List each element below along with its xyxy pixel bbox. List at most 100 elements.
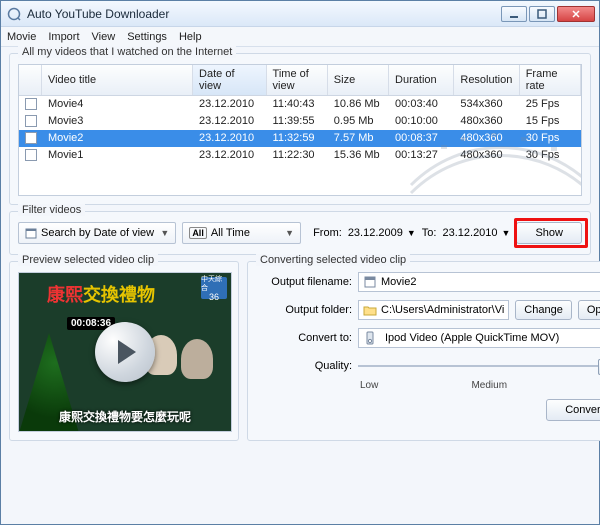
- cell-duration: 00:03:40: [389, 96, 454, 113]
- row-checkbox[interactable]: [25, 98, 37, 110]
- videos-group-title: All my videos that I watched on the Inte…: [18, 46, 236, 58]
- menu-import[interactable]: Import: [48, 31, 79, 43]
- cell-size: 10.86 Mb: [327, 96, 388, 113]
- chevron-down-icon: ▼: [502, 228, 511, 238]
- from-date-picker[interactable]: 23.12.2009 ▼: [348, 227, 416, 239]
- cell-res: 480x360: [454, 113, 519, 130]
- range-mode-combo[interactable]: All All Time ▼: [182, 222, 301, 244]
- row-checkbox[interactable]: [25, 132, 37, 144]
- menu-movie[interactable]: Movie: [7, 31, 36, 43]
- table-header-row[interactable]: Video title Date of view Time of view Si…: [19, 65, 581, 96]
- from-label: From:: [313, 227, 342, 239]
- table-row[interactable]: Movie423.12.201011:40:4310.86 Mb00:03:40…: [19, 96, 581, 113]
- change-folder-button[interactable]: Change: [515, 300, 572, 320]
- videos-group: All my videos that I watched on the Inte…: [9, 53, 591, 205]
- cell-date: 23.12.2010: [193, 113, 267, 130]
- col-time-of-view[interactable]: Time of view: [266, 65, 327, 96]
- range-mode-value: All Time: [211, 227, 250, 239]
- cell-title: Movie4: [41, 96, 192, 113]
- from-date-value: 23.12.2009: [348, 227, 403, 239]
- quality-med-label: Medium: [471, 380, 507, 391]
- cell-time: 11:39:55: [266, 113, 327, 130]
- search-mode-value: Search by Date of view: [41, 227, 154, 239]
- convert-group-title: Converting selected video clip: [256, 254, 410, 266]
- cell-fps: 30 Fps: [519, 147, 580, 164]
- col-frame-rate[interactable]: Frame rate: [519, 65, 580, 96]
- preview-video[interactable]: 康熙交換禮物 中天綜合36 00:08:36 康熙交換禮物要怎麼玩呢: [18, 272, 232, 432]
- range-prefix-badge: All: [189, 227, 207, 239]
- col-video-title[interactable]: Video title: [41, 65, 192, 96]
- col-size[interactable]: Size: [327, 65, 388, 96]
- filter-group: Filter videos Search by Date of view ▼ A…: [9, 211, 591, 255]
- row-checkbox[interactable]: [25, 115, 37, 127]
- cell-title: Movie1: [41, 147, 192, 164]
- to-label: To:: [422, 227, 437, 239]
- cell-title: Movie3: [41, 113, 192, 130]
- titlebar[interactable]: Auto YouTube Downloader: [1, 1, 599, 27]
- chevron-down-icon: ▼: [160, 228, 169, 238]
- cell-res: 480x360: [454, 147, 519, 164]
- to-date-value: 23.12.2010: [442, 227, 497, 239]
- cell-size: 0.95 Mb: [327, 113, 388, 130]
- videos-table[interactable]: Video title Date of view Time of view Si…: [18, 64, 582, 196]
- show-button[interactable]: Show: [516, 222, 582, 244]
- preview-caption: 康熙交換禮物要怎麼玩呢: [19, 408, 231, 425]
- cell-time: 11:22:30: [266, 147, 327, 164]
- menu-help[interactable]: Help: [179, 31, 202, 43]
- table-row[interactable]: Movie323.12.201011:39:550.95 Mb00:10:004…: [19, 113, 581, 130]
- col-date-of-view[interactable]: Date of view: [193, 65, 267, 96]
- cell-date: 23.12.2010: [193, 130, 267, 147]
- output-filename-label: Output filename:: [256, 276, 352, 288]
- movie-file-icon: [363, 275, 377, 289]
- cell-time: 11:32:59: [266, 130, 327, 147]
- cell-size: 7.57 Mb: [327, 130, 388, 147]
- close-button[interactable]: [557, 6, 595, 22]
- cell-time: 11:40:43: [266, 96, 327, 113]
- row-checkbox[interactable]: [25, 149, 37, 161]
- person-decor: [181, 339, 213, 379]
- menu-view[interactable]: View: [92, 31, 116, 43]
- minimize-button[interactable]: [501, 6, 527, 22]
- convert-to-label: Convert to:: [256, 332, 352, 344]
- preview-group-title: Preview selected video clip: [18, 254, 158, 266]
- chevron-down-icon: ▼: [407, 228, 416, 238]
- table-row[interactable]: Movie123.12.201011:22:3015.36 Mb00:13:27…: [19, 147, 581, 164]
- col-duration[interactable]: Duration: [389, 65, 454, 96]
- cell-date: 23.12.2010: [193, 96, 267, 113]
- cell-size: 15.36 Mb: [327, 147, 388, 164]
- cell-fps: 25 Fps: [519, 96, 580, 113]
- ipod-icon: [363, 331, 377, 345]
- app-window: Auto YouTube Downloader Movie Import Vie…: [0, 0, 600, 525]
- window-title: Auto YouTube Downloader: [27, 7, 501, 21]
- calendar-icon: [25, 227, 37, 239]
- convert-button[interactable]: Convert: [546, 399, 600, 421]
- cell-fps: 15 Fps: [519, 113, 580, 130]
- quality-slider[interactable]: [358, 356, 600, 376]
- search-mode-combo[interactable]: Search by Date of view ▼: [18, 222, 176, 244]
- play-icon[interactable]: [95, 322, 155, 382]
- folder-icon: [363, 303, 377, 317]
- output-filename-value: Movie2: [381, 276, 416, 288]
- maximize-button[interactable]: [529, 6, 555, 22]
- output-folder-field[interactable]: C:\Users\Administrator\Vi: [358, 300, 509, 320]
- cell-duration: 00:08:37: [389, 130, 454, 147]
- filter-group-title: Filter videos: [18, 204, 85, 216]
- convert-to-combo[interactable]: Ipod Video (Apple QuickTime MOV) ▼: [358, 328, 600, 348]
- cell-res: 480x360: [454, 130, 519, 147]
- menu-settings[interactable]: Settings: [127, 31, 167, 43]
- output-folder-value: C:\Users\Administrator\Vi: [381, 304, 504, 316]
- cell-title: Movie2: [41, 130, 192, 147]
- cell-duration: 00:13:27: [389, 147, 454, 164]
- channel-logo: 中天綜合36: [201, 277, 227, 299]
- cell-fps: 30 Fps: [519, 130, 580, 147]
- table-row[interactable]: Movie223.12.201011:32:597.57 Mb00:08:374…: [19, 130, 581, 147]
- preview-group: Preview selected video clip 康熙交換禮物 中天綜合3…: [9, 261, 239, 441]
- col-resolution[interactable]: Resolution: [454, 65, 519, 96]
- preview-banner: 康熙交換禮物: [47, 281, 155, 307]
- to-date-picker[interactable]: 23.12.2010 ▼: [442, 227, 510, 239]
- open-folder-button[interactable]: Open: [578, 300, 600, 320]
- output-filename-field[interactable]: Movie2: [358, 272, 600, 292]
- chevron-down-icon: ▼: [285, 228, 294, 238]
- convert-to-value: Ipod Video (Apple QuickTime MOV): [385, 332, 559, 344]
- menubar: Movie Import View Settings Help: [1, 27, 599, 47]
